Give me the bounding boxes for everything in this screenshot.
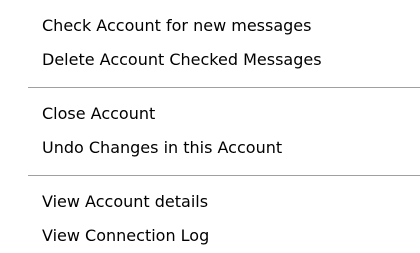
context-menu: Check Account for new messages Delete Ac…: [0, 0, 420, 253]
menu-item-close-account[interactable]: Close Account: [42, 101, 163, 127]
menu-item-view-connection-log[interactable]: View Connection Log: [42, 223, 217, 249]
menu-separator: [28, 87, 420, 89]
menu-item-check-account[interactable]: Check Account for new messages: [42, 13, 319, 39]
menu-separator: [28, 175, 420, 177]
menu-item-delete-checked-messages[interactable]: Delete Account Checked Messages: [42, 47, 330, 73]
menu-item-undo-changes[interactable]: Undo Changes in this Account: [42, 135, 290, 161]
menu-item-view-account-details[interactable]: View Account details: [42, 189, 216, 215]
